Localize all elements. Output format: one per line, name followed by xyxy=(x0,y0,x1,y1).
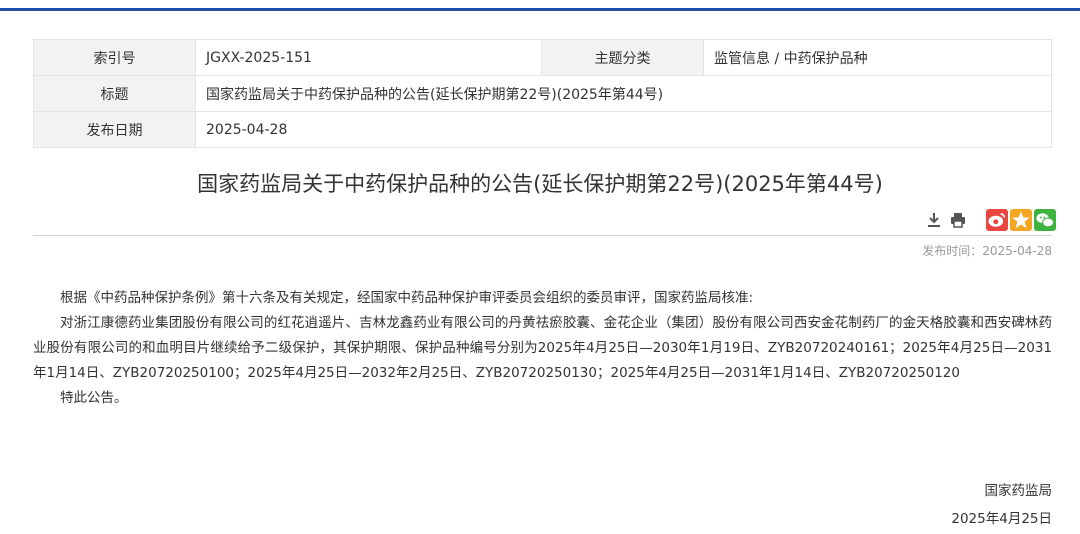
weibo-icon[interactable] xyxy=(986,209,1008,231)
publish-time: 发布时间：2025-04-28 xyxy=(922,242,1052,259)
signature-date: 2025年4月25日 xyxy=(951,511,1052,527)
title-label: 标题 xyxy=(33,75,196,112)
document-body: 根据《中药品种保护条例》第十六条及有关规定，经国家中药品种保护审评委员会组织的委… xyxy=(33,286,1052,411)
body-paragraph: 特此公告。 xyxy=(60,390,128,406)
title-value: 国家药监局关于中药保护品种的公告(延长保护期第22号)(2025年第44号) xyxy=(195,75,1052,112)
document-toolbar xyxy=(924,209,1056,231)
signature-org: 国家药监局 xyxy=(984,483,1053,499)
body-paragraph: 对浙江康德药业集团股份有限公司的红花逍遥片、吉林龙鑫药业有限公司的丹黄祛瘀胶囊、… xyxy=(33,315,1052,381)
meta-row-date: 发布日期 2025-04-28 xyxy=(33,111,1052,148)
category-value: 监管信息 / 中药保护品种 xyxy=(703,39,1052,76)
print-icon[interactable] xyxy=(948,210,968,230)
document-meta-table: 索引号 JGXX-2025-151 主题分类 监管信息 / 中药保护品种 标题 … xyxy=(33,39,1052,148)
index-value: JGXX-2025-151 xyxy=(195,39,542,76)
title-divider xyxy=(33,235,1052,236)
date-value: 2025-04-28 xyxy=(195,111,1052,148)
meta-row-index: 索引号 JGXX-2025-151 主题分类 监管信息 / 中药保护品种 xyxy=(33,39,1052,76)
index-label: 索引号 xyxy=(33,39,196,76)
category-label: 主题分类 xyxy=(541,39,704,76)
date-label: 发布日期 xyxy=(33,111,196,148)
publish-time-value: 2025-04-28 xyxy=(982,244,1052,258)
document-title: 国家药监局关于中药保护品种的公告(延长保护期第22号)(2025年第44号) xyxy=(197,172,883,196)
body-paragraph: 根据《中药品种保护条例》第十六条及有关规定，经国家中药品种保护审评委员会组织的委… xyxy=(60,290,754,306)
wechat-icon[interactable] xyxy=(1034,209,1056,231)
meta-row-title: 标题 国家药监局关于中药保护品种的公告(延长保护期第22号)(2025年第44号… xyxy=(33,75,1052,112)
top-accent-bar xyxy=(0,0,1080,11)
download-icon[interactable] xyxy=(924,210,944,230)
qzone-icon[interactable] xyxy=(1010,209,1032,231)
publish-time-label: 发布时间： xyxy=(922,244,983,258)
